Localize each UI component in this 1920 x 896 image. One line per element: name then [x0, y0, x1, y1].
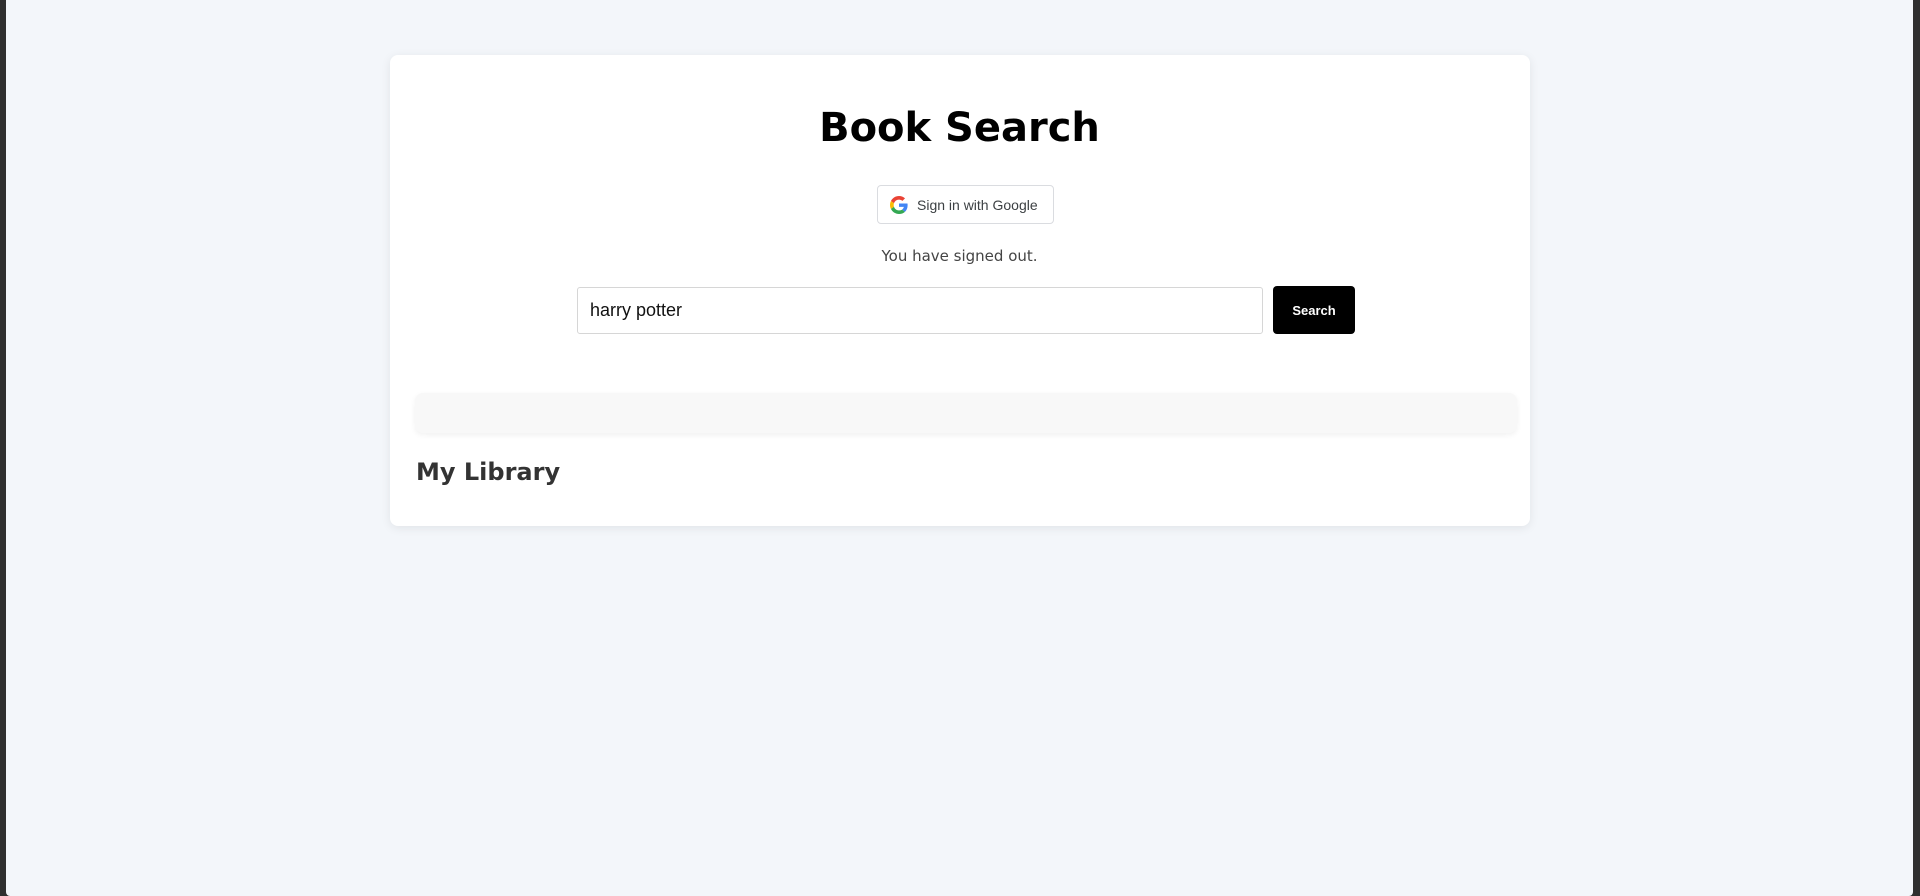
google-sign-in-label: Sign in with Google [917, 196, 1038, 213]
google-g-icon [890, 195, 908, 214]
google-sign-in-button[interactable]: Sign in with Google [877, 185, 1054, 224]
page-viewport: Book Search Sign in with Google You have… [6, 0, 1913, 896]
library-heading: My Library [416, 458, 561, 486]
page-title: Book Search [819, 105, 1100, 151]
auth-status-text: You have signed out. [881, 247, 1038, 265]
search-input[interactable] [577, 287, 1263, 334]
search-results-panel [415, 393, 1517, 433]
search-button[interactable]: Search [1273, 286, 1355, 334]
